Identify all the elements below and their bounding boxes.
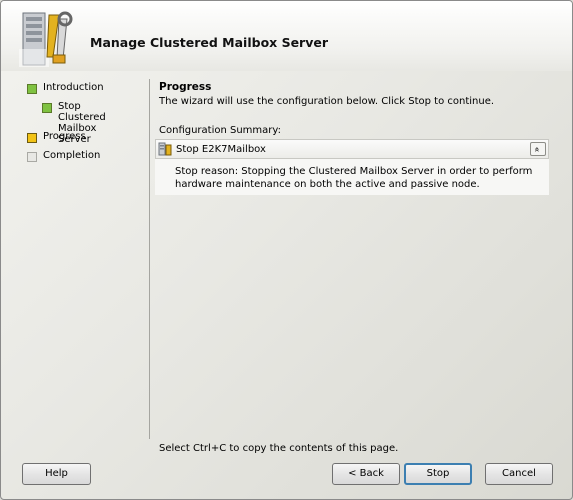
server-stop-icon [158, 142, 172, 156]
help-button[interactable]: Help [22, 463, 91, 485]
nav-step-progress[interactable]: Progress [27, 131, 86, 143]
step-done-icon [27, 84, 37, 94]
server-tools-icon [19, 11, 73, 67]
page-description: The wizard will use the configuration be… [159, 96, 495, 107]
configuration-summary-label: Configuration Summary: [159, 125, 281, 136]
wizard-window: Manage Clustered Mailbox Server Introduc… [0, 0, 573, 500]
page-title: Progress [159, 81, 212, 93]
nav-step-completion[interactable]: Completion [27, 150, 100, 162]
step-current-icon [27, 133, 37, 143]
back-button[interactable]: < Back [332, 463, 400, 485]
copy-hint: Select Ctrl+C to copy the contents of th… [159, 443, 399, 454]
wizard-title: Manage Clustered Mailbox Server [90, 35, 329, 50]
summary-item-title: Stop E2K7Mailbox [176, 143, 266, 155]
step-pending-icon [27, 152, 37, 162]
collapse-button[interactable]: » [530, 142, 546, 156]
wizard-header: Manage Clustered Mailbox Server [1, 1, 572, 71]
nav-step-label: Introduction [43, 82, 104, 93]
cancel-button[interactable]: Cancel [485, 463, 553, 485]
step-done-icon [42, 103, 52, 113]
nav-step-label: Progress [43, 131, 86, 142]
summary-item-details: Stop reason: Stopping the Clustered Mail… [155, 159, 549, 195]
nav-step-label: Completion [43, 150, 101, 161]
nav-step-introduction[interactable]: Introduction [27, 82, 104, 94]
summary-item-header[interactable]: Stop E2K7Mailbox » [155, 139, 549, 159]
stop-button[interactable]: Stop [404, 463, 472, 485]
chevron-up-icon: » [532, 146, 543, 153]
nav-divider [149, 79, 150, 439]
